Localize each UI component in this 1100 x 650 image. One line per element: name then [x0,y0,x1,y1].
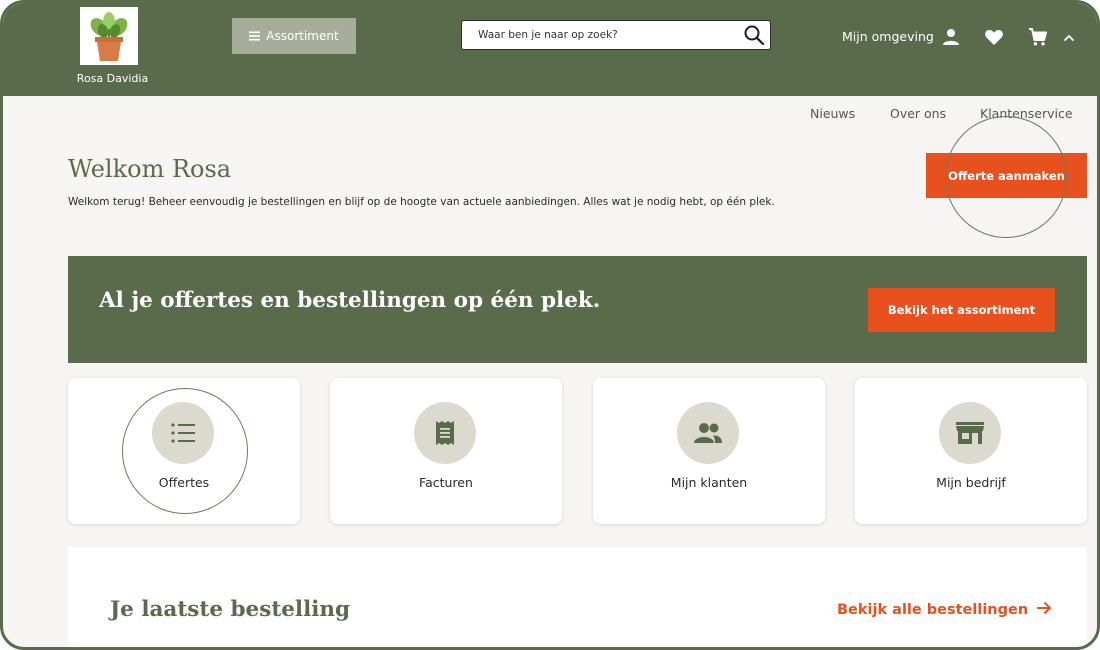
search-icon[interactable] [743,24,765,46]
my-environment-link[interactable]: Mijn omgeving [842,29,934,44]
card-label: Facturen [419,475,473,490]
view-all-orders-link[interactable]: Bekijk alle bestellingen [837,601,1052,618]
receipt-icon [436,421,454,445]
nav-news[interactable]: Nieuws [810,106,855,121]
people-icon [694,423,722,443]
nav-about[interactable]: Over ons [890,106,946,121]
assortment-button[interactable]: Assortiment [232,18,356,54]
top-bar: Rosa Davidia Assortiment Mijn omgeving [3,3,1097,96]
card-quotes[interactable]: Offertes [68,378,300,524]
hamburger-icon [249,31,261,41]
create-quote-button[interactable]: Offerte aanmaken [926,153,1087,198]
cart-icon[interactable] [1028,27,1048,47]
card-my-customers[interactable]: Mijn klanten [593,378,825,524]
search-input[interactable] [462,21,732,48]
chevron-up-icon[interactable] [1062,31,1076,45]
card-my-company[interactable]: Mijn bedrijf [855,378,1087,524]
card-label: Mijn klanten [670,475,748,490]
brand-name: Rosa Davidia [76,72,149,85]
view-all-orders-label: Bekijk alle bestellingen [837,602,1029,618]
card-icon-circle [939,402,1001,464]
search-box [461,20,771,50]
card-icon-circle [677,402,739,464]
card-invoices[interactable]: Facturen [330,378,562,524]
plant-logo-icon [90,12,128,61]
nav-customer-service[interactable]: Klantenservice [980,106,1073,121]
banner-title: Al je offertes en bestellingen op één pl… [99,288,601,313]
welcome-text: Welkom terug! Beheer eenvoudig je bestel… [68,196,775,208]
promo-banner: Al je offertes en bestellingen op één pl… [68,256,1087,363]
latest-order-section: Je laatste bestelling Bekijk alle bestel… [68,547,1087,647]
card-label: Mijn bedrijf [936,475,1006,490]
brand-logo[interactable] [80,7,138,65]
card-icon-circle [414,402,476,464]
user-icon[interactable] [941,27,961,47]
card-label: Offertes [158,475,210,490]
view-assortment-button[interactable]: Bekijk het assortiment [868,288,1055,332]
page-title: Welkom Rosa [68,155,232,183]
app-frame: Rosa Davidia Assortiment Mijn omgeving [0,0,1100,650]
latest-order-title: Je laatste bestelling [110,597,351,622]
assortment-label: Assortiment [266,29,339,43]
card-icon-circle [152,402,214,464]
list-icon [171,423,195,443]
arrow-right-icon [1037,601,1052,615]
heart-icon[interactable] [984,27,1004,47]
store-icon [956,422,984,444]
